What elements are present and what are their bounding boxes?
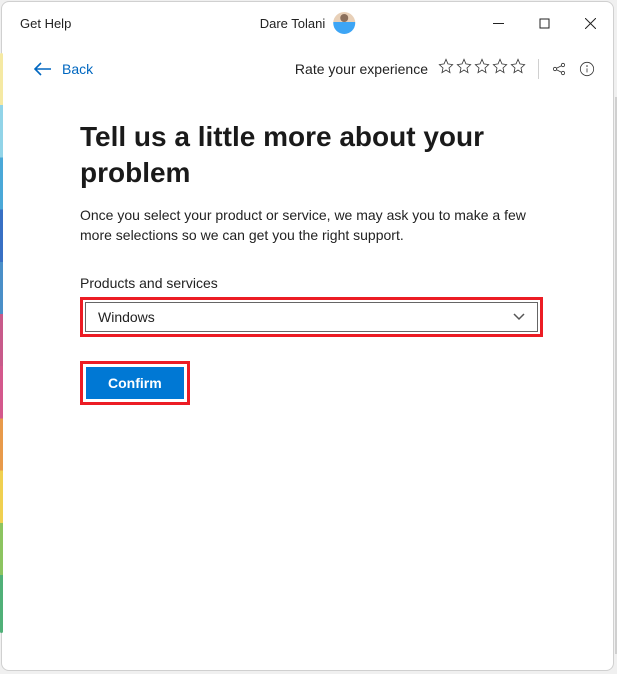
- window-controls: [475, 2, 613, 44]
- star-4[interactable]: [492, 58, 508, 79]
- user-profile[interactable]: Dare Tolani: [260, 12, 356, 34]
- confirm-button[interactable]: Confirm: [86, 367, 184, 399]
- select-highlight-box: Windows: [80, 297, 543, 337]
- share-button[interactable]: [551, 61, 567, 77]
- user-name: Dare Tolani: [260, 16, 326, 31]
- page-description: Once you select your product or service,…: [80, 205, 543, 246]
- product-field-label: Products and services: [80, 275, 543, 291]
- product-select[interactable]: Windows: [85, 302, 538, 332]
- action-bar: Back Rate your experience: [2, 44, 613, 91]
- share-icon: [551, 61, 567, 77]
- avatar: [333, 12, 355, 34]
- divider: [538, 59, 539, 79]
- window-titlebar: Get Help Dare Tolani: [2, 2, 613, 44]
- back-button[interactable]: Back: [34, 61, 93, 77]
- product-select-value: Windows: [98, 309, 513, 325]
- close-icon: [585, 18, 596, 29]
- decorative-left-strip: [0, 53, 3, 633]
- rating-stars: [438, 58, 526, 79]
- confirm-highlight-box: Confirm: [80, 361, 190, 405]
- app-title: Get Help: [20, 16, 71, 31]
- star-3[interactable]: [474, 58, 490, 79]
- star-1[interactable]: [438, 58, 454, 79]
- star-2[interactable]: [456, 58, 472, 79]
- maximize-button[interactable]: [521, 2, 567, 44]
- star-5[interactable]: [510, 58, 526, 79]
- info-button[interactable]: [579, 61, 595, 77]
- back-label: Back: [62, 61, 93, 77]
- page-heading: Tell us a little more about your problem: [80, 119, 543, 191]
- chevron-down-icon: [513, 308, 525, 326]
- rate-label: Rate your experience: [295, 61, 428, 77]
- minimize-icon: [493, 18, 504, 29]
- info-icon: [579, 61, 595, 77]
- arrow-left-icon: [34, 62, 52, 76]
- minimize-button[interactable]: [475, 2, 521, 44]
- maximize-icon: [539, 18, 550, 29]
- app-window: Get Help Dare Tolani Back Rate your expe…: [1, 1, 614, 671]
- main-content: Tell us a little more about your problem…: [2, 91, 613, 405]
- close-button[interactable]: [567, 2, 613, 44]
